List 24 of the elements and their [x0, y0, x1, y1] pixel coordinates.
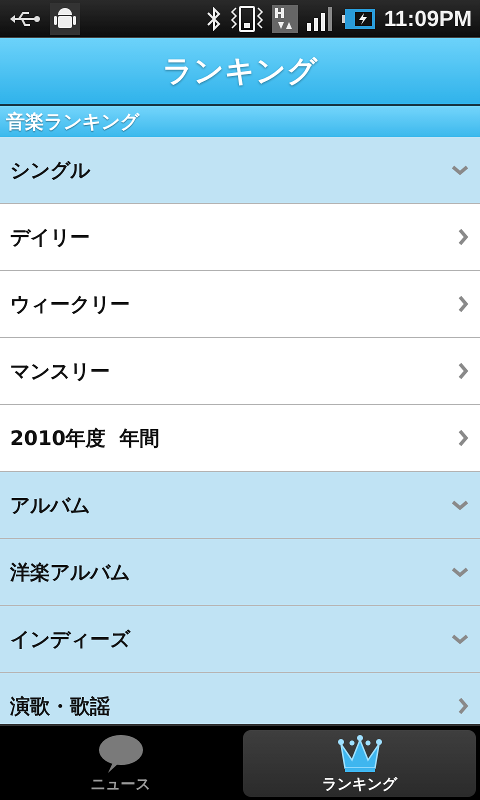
chevron-down-icon — [450, 632, 470, 646]
chevron-right-icon — [456, 696, 470, 716]
list-item[interactable]: シングル — [0, 137, 480, 204]
chevron-right-icon — [456, 294, 470, 314]
section-title: 音楽ランキング — [6, 110, 139, 134]
chevron-down-icon — [450, 498, 470, 512]
chevron-right-icon — [456, 227, 470, 247]
chevron-down-icon — [450, 565, 470, 579]
chevron-right-icon — [456, 361, 470, 381]
page-title: ランキング — [162, 52, 318, 90]
bluetooth-icon — [206, 6, 222, 30]
signal-icon — [306, 6, 334, 30]
data-transfer-icon — [272, 4, 298, 32]
tab[interactable]: ランキング — [243, 730, 476, 797]
chevron-down-icon — [450, 163, 470, 177]
chevron-right-icon — [456, 428, 470, 448]
android-icon — [50, 2, 80, 34]
vibrate-icon — [230, 6, 264, 32]
list-item[interactable]: 演歌・歌謡 — [0, 673, 480, 724]
list-item[interactable]: アルバム — [0, 472, 480, 539]
list-item[interactable]: インディーズ — [0, 606, 480, 673]
clock-time: 11:09PM — [384, 6, 472, 32]
battery-charging-icon — [342, 6, 376, 30]
list-item[interactable]: 洋楽アルバム — [0, 539, 480, 606]
